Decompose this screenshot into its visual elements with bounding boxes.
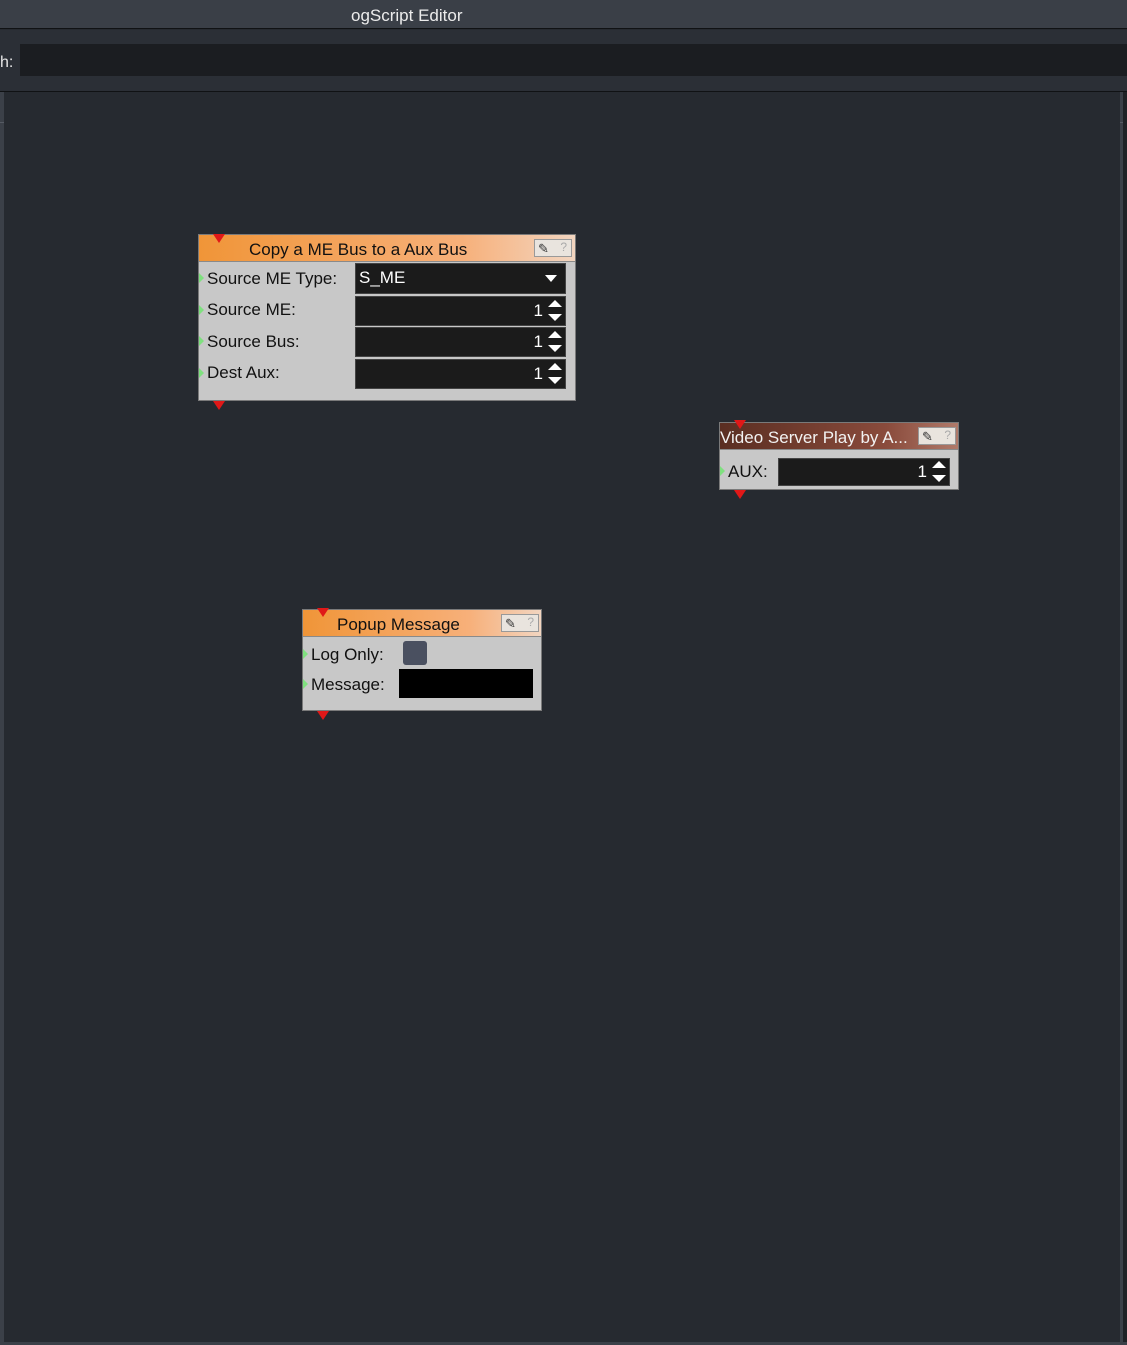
spinner-value: 1 bbox=[917, 462, 927, 481]
node-header-icons: ✎ ? bbox=[918, 427, 956, 445]
edit-pencil-icon[interactable]: ✎ bbox=[538, 241, 549, 257]
flow-out-arrow-icon[interactable] bbox=[317, 711, 329, 720]
dest-aux-spinner[interactable]: 1 bbox=[355, 359, 566, 389]
input-port-icon[interactable] bbox=[720, 466, 725, 476]
flow-in-arrow-icon[interactable] bbox=[213, 234, 225, 243]
node-header[interactable]: Popup Message ✎ ? bbox=[303, 610, 541, 637]
help-icon[interactable]: ? bbox=[527, 615, 534, 629]
input-port-icon[interactable] bbox=[199, 273, 204, 283]
field-label-log-only: Log Only: bbox=[311, 645, 384, 664]
spinner-arrows-icon[interactable] bbox=[932, 460, 946, 484]
canvas-left-border bbox=[0, 92, 4, 1345]
flow-out-arrow-icon[interactable] bbox=[734, 490, 746, 499]
node-popup-message[interactable]: Popup Message ✎ ? Log Only: Message: bbox=[302, 608, 542, 720]
field-label-source-me-type: Source ME Type: bbox=[207, 269, 338, 288]
input-port-icon[interactable] bbox=[199, 368, 204, 378]
canvas-scrollbar[interactable] bbox=[1123, 92, 1127, 1345]
canvas-left-tick bbox=[0, 122, 4, 123]
canvas-right-tick bbox=[1120, 122, 1123, 123]
field-label-source-me: Source ME: bbox=[207, 300, 296, 319]
spinner-value: 1 bbox=[533, 301, 543, 320]
editor-canvas[interactable]: Copy a ME Bus to a Aux Bus ✎ ? Source ME… bbox=[0, 92, 1127, 1345]
input-port-icon[interactable] bbox=[303, 679, 308, 689]
field-label-aux: AUX: bbox=[728, 462, 768, 481]
spinner-value: 1 bbox=[533, 332, 543, 351]
input-port-icon[interactable] bbox=[303, 649, 308, 659]
flow-in-arrow-icon[interactable] bbox=[734, 420, 746, 429]
flow-out-arrow-icon[interactable] bbox=[213, 401, 225, 410]
node-header[interactable]: Copy a ME Bus to a Aux Bus ✎ ? bbox=[199, 235, 575, 262]
spinner-value: 1 bbox=[533, 364, 543, 383]
node-video-server-play[interactable]: Video Server Play by A... ✎ ? AUX: 1 bbox=[719, 420, 959, 499]
aux-spinner[interactable]: 1 bbox=[778, 458, 950, 486]
search-label: h: bbox=[0, 54, 14, 71]
source-me-spinner[interactable]: 1 bbox=[355, 296, 566, 326]
source-me-type-dropdown[interactable]: S_ME bbox=[355, 263, 566, 294]
window-titlebar: ogScript Editor bbox=[0, 0, 1127, 29]
field-label-message: Message: bbox=[311, 675, 385, 694]
node-header-icons: ✎ ? bbox=[534, 239, 572, 257]
search-bar: h: bbox=[0, 30, 1127, 92]
node-header-icons: ✎ ? bbox=[501, 614, 539, 632]
spinner-arrows-icon[interactable] bbox=[548, 330, 562, 354]
edit-pencil-icon[interactable]: ✎ bbox=[505, 616, 516, 632]
message-input[interactable] bbox=[399, 669, 533, 698]
flow-in-arrow-icon[interactable] bbox=[317, 608, 329, 617]
spinner-arrows-icon[interactable] bbox=[548, 362, 562, 386]
log-only-checkbox[interactable] bbox=[403, 641, 427, 665]
node-title: Copy a ME Bus to a Aux Bus bbox=[249, 240, 468, 259]
dropdown-value: S_ME bbox=[359, 268, 406, 287]
chevron-down-icon bbox=[545, 275, 557, 282]
input-port-icon[interactable] bbox=[199, 305, 204, 315]
help-icon[interactable]: ? bbox=[944, 428, 951, 442]
search-input[interactable] bbox=[20, 44, 1127, 76]
node-header[interactable]: Video Server Play by A... ✎ ? bbox=[720, 423, 958, 450]
node-title: Video Server Play by A... bbox=[720, 428, 908, 447]
spinner-arrows-icon[interactable] bbox=[548, 299, 562, 323]
field-label-dest-aux: Dest Aux: bbox=[207, 363, 280, 382]
edit-pencil-icon[interactable]: ✎ bbox=[922, 429, 933, 445]
input-port-icon[interactable] bbox=[199, 336, 204, 346]
window-title: ogScript Editor bbox=[351, 6, 463, 25]
field-label-source-bus: Source Bus: bbox=[207, 332, 300, 351]
help-icon[interactable]: ? bbox=[560, 240, 567, 254]
node-copy-me-bus[interactable]: Copy a ME Bus to a Aux Bus ✎ ? Source ME… bbox=[198, 234, 576, 410]
node-title: Popup Message bbox=[337, 615, 460, 634]
source-bus-spinner[interactable]: 1 bbox=[355, 327, 566, 357]
